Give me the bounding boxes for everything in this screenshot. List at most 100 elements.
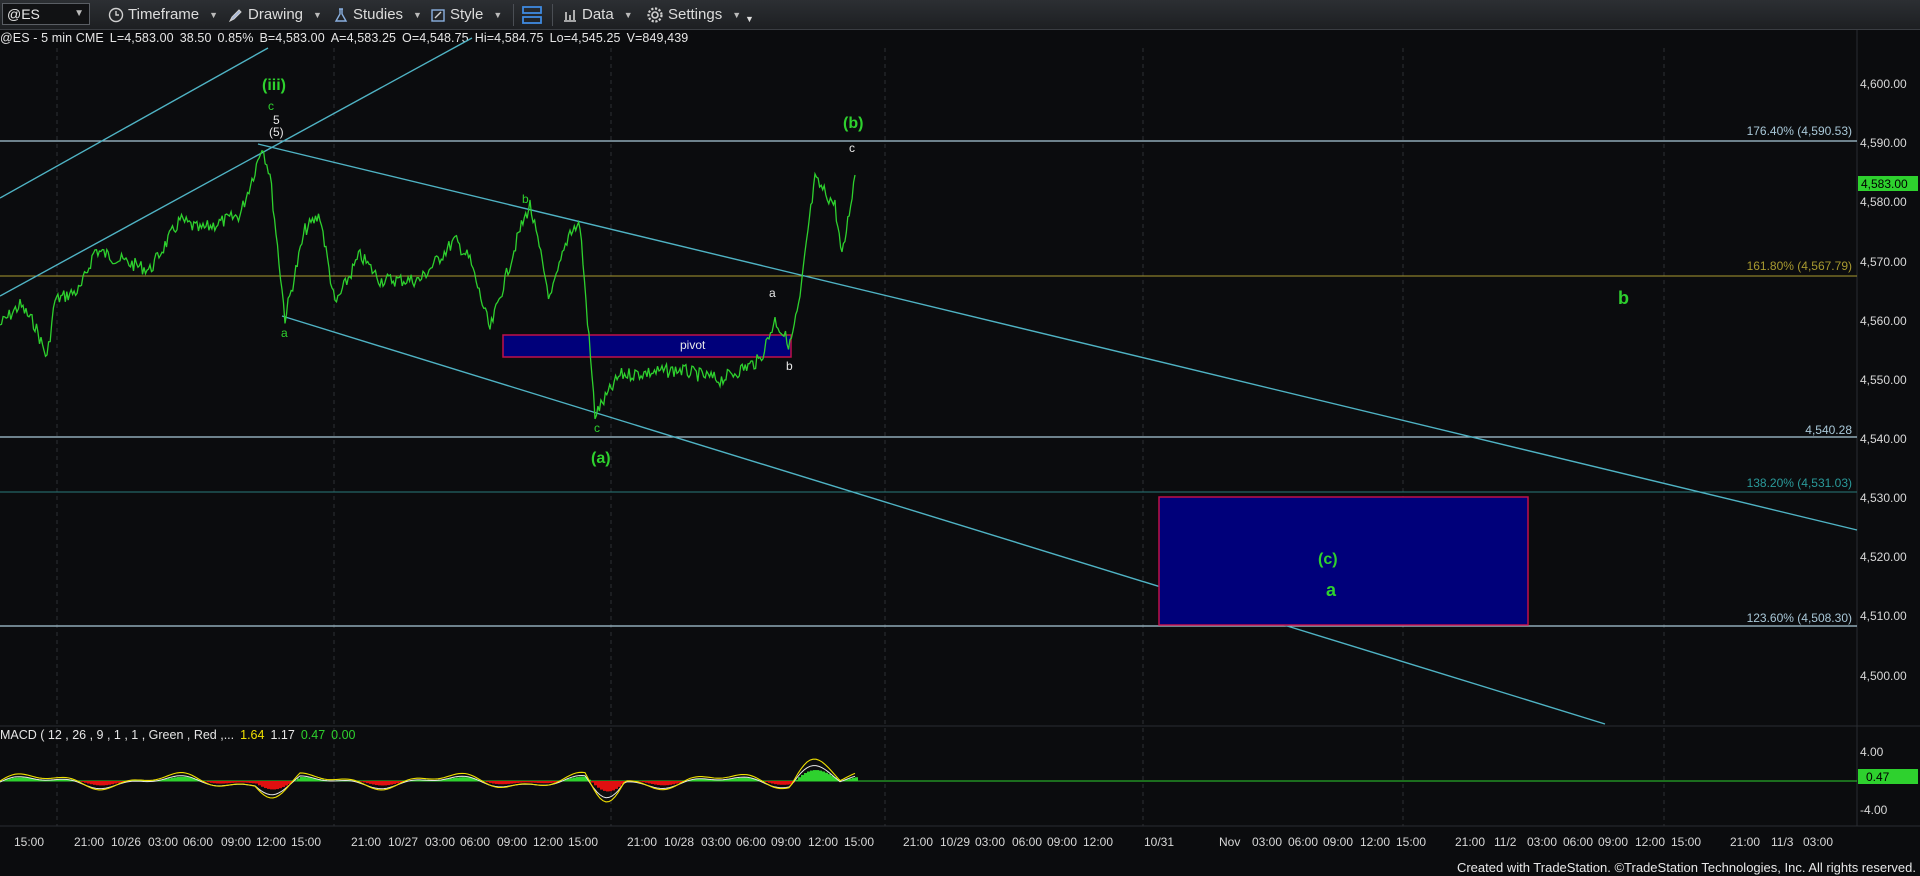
macd-hist-value: 0.47 [300,728,326,742]
macd-hist-bar [12,777,15,781]
wave-label-b-large: b [1618,288,1629,308]
macd-hist-bar [270,781,273,790]
macd-hist-bar [495,781,498,784]
fib-label-161: 161.80% (4,567.79) [1747,259,1852,273]
macd-hist-bar [828,774,831,781]
macd-tick-upper: 4.00 [1860,745,1884,759]
macd-hist-bar [642,781,645,783]
macd-hist-bar [549,781,552,783]
macd-hist-bar [669,781,672,785]
level-label-4540: 4,540.28 [1805,423,1852,437]
macd-hist-bar [492,781,495,784]
price-tick: 4,570.00 [1860,255,1907,269]
time-tick: 03:00 [975,835,1005,849]
time-tick: 21:00 [74,835,104,849]
macd-hist-bar [573,777,576,781]
macd-hist-bar [825,772,828,781]
macd-hist-bar [234,781,237,783]
time-tick: 06:00 [183,835,213,849]
macd-hist-bar [456,777,459,781]
time-tick: 12:00 [1083,835,1113,849]
time-tick: 15:00 [568,835,598,849]
time-tick: 10/27 [388,835,418,849]
fib-labels: 176.40% (4,590.53) 161.80% (4,567.79) 4,… [1747,124,1853,625]
last-price-badge-text: 4,583.00 [1861,177,1908,191]
fib-label-138: 138.20% (4,531.03) [1747,476,1852,490]
macd-hist-bar [591,781,594,783]
time-tick: 12:00 [533,835,563,849]
price-chart[interactable]: 4,600.00 4,590.00 4,580.00 4,570.00 4,56… [0,0,1920,876]
macd-hist-bar [807,771,810,781]
time-tick: 21:00 [903,835,933,849]
macd-value: 1.64 [240,728,265,742]
price-tick: 4,530.00 [1860,491,1907,505]
macd-hist-bar [309,777,312,781]
macd-hist-bar [543,781,546,784]
macd-hist-bar [303,777,306,781]
macd-hist-bar [249,781,252,783]
pivot-zone[interactable] [502,334,792,358]
channel-inner-rising[interactable] [0,47,269,199]
wave-label-b-left: b [522,192,529,206]
macd-hist-bar [804,773,807,781]
fib-label-176: 176.40% (4,590.53) [1747,124,1852,138]
macd-hist-bar [276,781,279,790]
time-tick: 21:00 [351,835,381,849]
macd-hist-bar [285,781,288,786]
wave-label-c-paren: (c) [1318,551,1338,568]
macd-hist-bar [84,781,87,783]
time-tick: 15:00 [1671,835,1701,849]
macd-hist-bar [816,770,819,781]
macd-hist-bar [525,781,528,783]
macd-title: MACD ( 12 , 26 , 9 , 1 , 1 , Green , Red… [0,728,356,742]
macd-hist-bar [741,777,744,781]
macd-zero-value: 0.00 [331,728,356,742]
channel-falling-upper[interactable] [257,143,1858,531]
macd-hist-bar [360,781,363,782]
macd-hist-bar [516,781,519,783]
macd-hist-bar [363,781,366,783]
macd-hist-bar [489,781,492,783]
price-tick: 4,560.00 [1860,314,1907,328]
macd-hist-bar [396,781,399,784]
macd-hist-bar [81,781,84,782]
macd-hist-bar [570,778,573,781]
time-tick: 09:00 [1323,835,1353,849]
wave-label-a-left: a [281,326,288,340]
macd-hist-bar [582,776,585,781]
time-axis: 15:00 21:00 10/26 03:00 06:00 09:00 12:0… [14,835,1833,849]
macd-hist-bar [645,781,648,783]
macd-hist-bar [597,781,600,788]
wave-label-b-right: b [786,359,793,373]
target-zone[interactable] [1158,496,1529,626]
time-tick: Nov [1219,835,1240,849]
macd-hist-bar [822,771,825,781]
macd-hist-bar [372,781,375,785]
macd-hist-bar [180,776,183,781]
fib-label-123: 123.60% (4,508.30) [1747,611,1852,625]
fib-lines[interactable] [0,140,1857,627]
macd-hist-bar [735,778,738,781]
price-tick: 4,580.00 [1860,195,1907,209]
macd-badge-text: 0.47 [1866,770,1890,784]
macd-hist-bar [390,781,393,785]
macd-hist-bar [216,781,219,784]
time-tick: 21:00 [1730,835,1760,849]
macd-hist-bar [87,781,90,784]
macd-tick-lower: -4.00 [1860,803,1888,817]
macd-hist-bar [765,781,768,782]
macd-hist-bar [306,777,309,781]
time-tick: 12:00 [1635,835,1665,849]
price-tick: 4,510.00 [1860,609,1907,623]
macd-hist-bar [507,781,510,784]
macd-hist-bar [618,781,621,787]
time-tick: 03:00 [1803,835,1833,849]
price-tick: 4,600.00 [1860,77,1907,91]
wave-label-a-large: a [1326,580,1337,600]
macd-hist-bar [648,781,651,784]
macd-hist-bar [465,777,468,781]
macd-hist-bar [504,781,507,785]
macd-hist-bar [261,781,264,787]
pivot-label: pivot [680,338,706,352]
channel-upper-rising[interactable] [0,37,473,297]
